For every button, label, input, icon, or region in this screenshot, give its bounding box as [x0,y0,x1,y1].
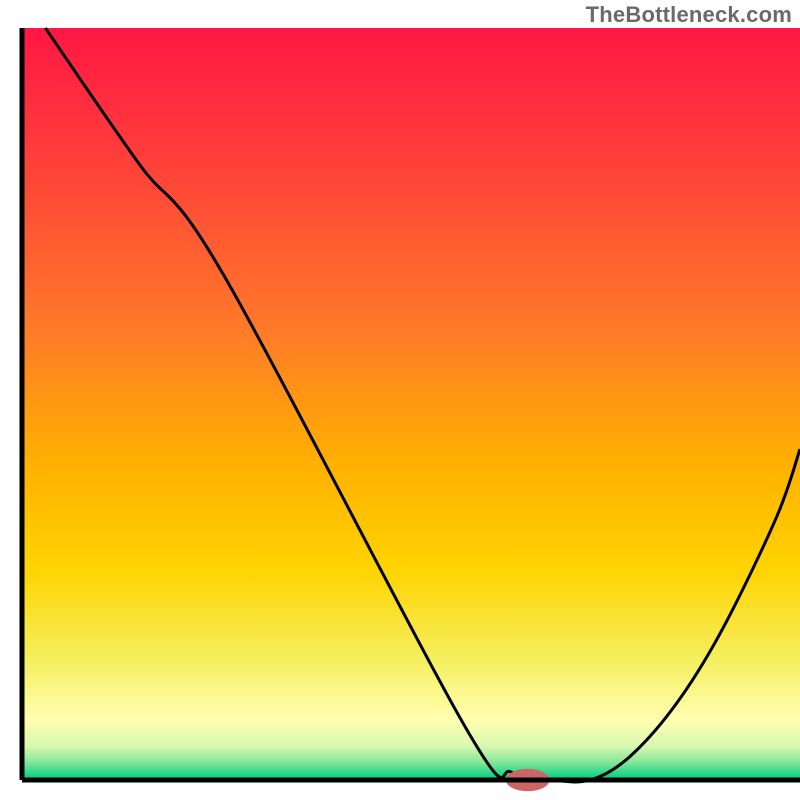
chart-container: TheBottleneck.com [0,0,800,800]
gradient-background [22,28,800,780]
bottleneck-chart [0,0,800,800]
plot-area [22,28,800,791]
